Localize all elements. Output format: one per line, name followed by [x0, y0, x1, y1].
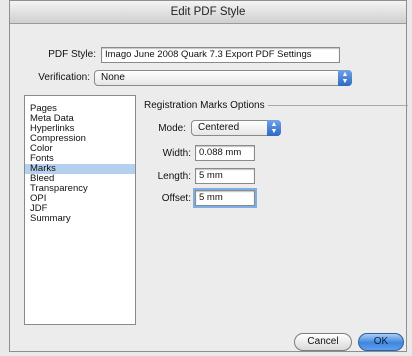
verification-popup[interactable]: None ▲ ▼ — [94, 70, 352, 86]
length-label: Length: — [157, 171, 191, 182]
verification-value: None — [101, 72, 125, 83]
category-item-summary[interactable]: Summary — [25, 214, 135, 224]
edit-pdf-style-dialog: Edit PDF Style PDF Style: Imago June 200… — [9, 0, 408, 352]
popup-arrows-icon: ▲ ▼ — [267, 120, 281, 136]
pdf-style-label: PDF Style: — [48, 49, 96, 60]
offset-field[interactable]: 5 mm — [195, 190, 255, 206]
dialog-title: Edit PDF Style — [10, 1, 406, 24]
width-label: Width: — [162, 148, 191, 159]
ok-button[interactable]: OK — [358, 333, 404, 351]
verification-label: Verification: — [38, 72, 90, 83]
mode-label: Mode: — [158, 123, 186, 134]
offset-label: Offset: — [161, 193, 191, 204]
pdf-style-name-field[interactable]: Imago June 2008 Quark 7.3 Export PDF Set… — [101, 47, 340, 63]
registration-marks-group-title: Registration Marks Options — [144, 100, 265, 111]
category-list[interactable]: Pages Meta Data Hyperlinks Compression C… — [24, 95, 136, 325]
length-field[interactable]: 5 mm — [195, 168, 255, 184]
popup-arrows-icon: ▲ ▼ — [338, 70, 352, 86]
width-field[interactable]: 0.088 mm — [195, 145, 255, 161]
group-divider — [268, 105, 408, 106]
mode-value: Centered — [198, 122, 240, 133]
cancel-button[interactable]: Cancel — [294, 333, 352, 351]
mode-popup[interactable]: Centered ▲ ▼ — [191, 120, 281, 136]
